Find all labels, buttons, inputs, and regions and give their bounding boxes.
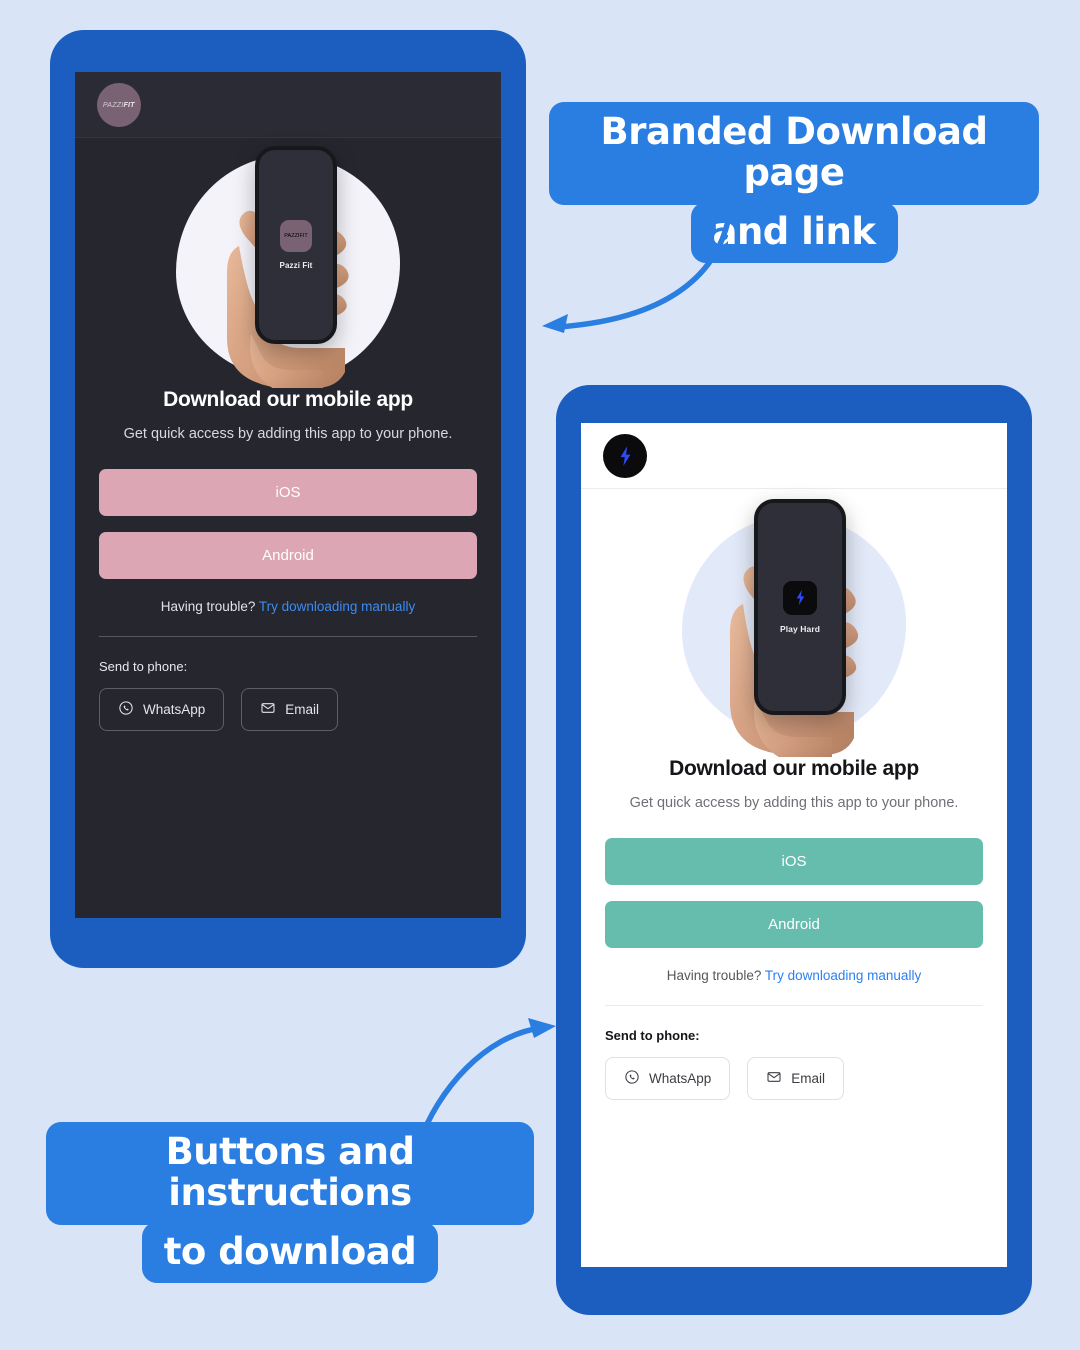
trouble-text: Having trouble? — [160, 599, 256, 615]
callout-branded-download: Branded Download page and link — [549, 102, 1039, 264]
email-share-button[interactable]: Email — [747, 1057, 845, 1101]
whatsapp-share-button[interactable]: WhatsApp — [99, 688, 225, 732]
callout-line-1: Branded Download page — [549, 102, 1039, 205]
poster-canvas: PAZZIFIT PAZZIFIT Pazzi Fit Download our… — [0, 0, 1080, 1350]
lightning-bolt-icon — [617, 445, 634, 467]
app-icon-tile — [783, 580, 817, 615]
store-button-stack: iOS Android — [605, 838, 983, 949]
manual-download-link[interactable]: Try downloading manually — [765, 968, 921, 983]
light-content-body: Download our mobile app Get quick access… — [581, 757, 1007, 1101]
brand-wordmark: PAZZIFIT — [103, 100, 135, 109]
lightning-bolt-icon — [794, 589, 807, 606]
email-label: Email — [285, 702, 320, 718]
page-subtitle: Get quick access by adding this app to y… — [629, 795, 959, 811]
preview-app-name: Play Hard — [779, 623, 821, 634]
ios-download-button[interactable]: iOS — [99, 469, 477, 517]
light-app-screen: Play Hard Download our mobile app Get qu… — [581, 423, 1007, 1267]
email-label: Email — [791, 1071, 826, 1087]
brand-logo-badge — [603, 433, 647, 478]
phone-preview-light: Play Hard — [754, 499, 846, 715]
share-button-row: WhatsApp Email — [605, 1057, 983, 1101]
dark-screen-header: PAZZIFIT — [75, 72, 501, 138]
app-icon-tile: PAZZIFIT — [280, 220, 312, 252]
phone-preview-dark: PAZZIFIT Pazzi Fit — [255, 146, 337, 344]
page-title: Download our mobile app — [163, 388, 413, 411]
whatsapp-share-button[interactable]: WhatsApp — [605, 1057, 731, 1101]
android-download-button[interactable]: Android — [605, 901, 983, 949]
dark-app-screen: PAZZIFIT PAZZIFIT Pazzi Fit Download our… — [75, 72, 501, 918]
envelope-icon — [260, 700, 276, 719]
callout-line-1: Buttons and instructions — [46, 1122, 534, 1225]
app-icon-wordmark: PAZZIFIT — [284, 233, 308, 239]
light-hero-illustration: Play Hard — [581, 489, 1007, 757]
dark-content-body: Download our mobile app Get quick access… — [75, 388, 501, 732]
envelope-icon — [766, 1069, 782, 1088]
whatsapp-label: WhatsApp — [649, 1071, 712, 1087]
section-divider — [99, 636, 477, 638]
callout-line-2: and link — [690, 201, 898, 264]
whatsapp-label: WhatsApp — [143, 702, 206, 718]
trouble-row: Having trouble? Try downloading manually — [99, 599, 477, 614]
light-device-frame: Play Hard Download our mobile app Get qu… — [556, 385, 1032, 1315]
store-button-stack: iOS Android — [99, 469, 477, 580]
section-divider — [605, 1005, 983, 1007]
whatsapp-icon — [118, 700, 134, 719]
android-download-button[interactable]: Android — [99, 532, 477, 580]
manual-download-link[interactable]: Try downloading manually — [259, 599, 415, 614]
send-to-phone-label: Send to phone: — [99, 659, 188, 675]
email-share-button[interactable]: Email — [241, 688, 339, 732]
dark-hero-illustration: PAZZIFIT Pazzi Fit — [75, 138, 501, 388]
callout-line-2: to download — [141, 1221, 439, 1284]
trouble-row: Having trouble? Try downloading manually — [605, 968, 983, 983]
light-screen-header — [581, 423, 1007, 489]
page-title: Download our mobile app — [669, 757, 919, 780]
preview-app-name: Pazzi Fit — [279, 261, 313, 270]
page-subtitle: Get quick access by adding this app to y… — [123, 426, 453, 442]
trouble-text: Having trouble? — [666, 968, 762, 984]
ios-download-button[interactable]: iOS — [605, 838, 983, 886]
send-to-phone-label: Send to phone: — [605, 1028, 700, 1044]
dark-device-frame: PAZZIFIT PAZZIFIT Pazzi Fit Download our… — [50, 30, 526, 968]
whatsapp-icon — [624, 1069, 640, 1088]
brand-logo-badge: PAZZIFIT — [97, 82, 141, 127]
callout-buttons-instructions: Buttons and instructions to download — [46, 1122, 534, 1284]
share-button-row: WhatsApp Email — [99, 688, 477, 732]
